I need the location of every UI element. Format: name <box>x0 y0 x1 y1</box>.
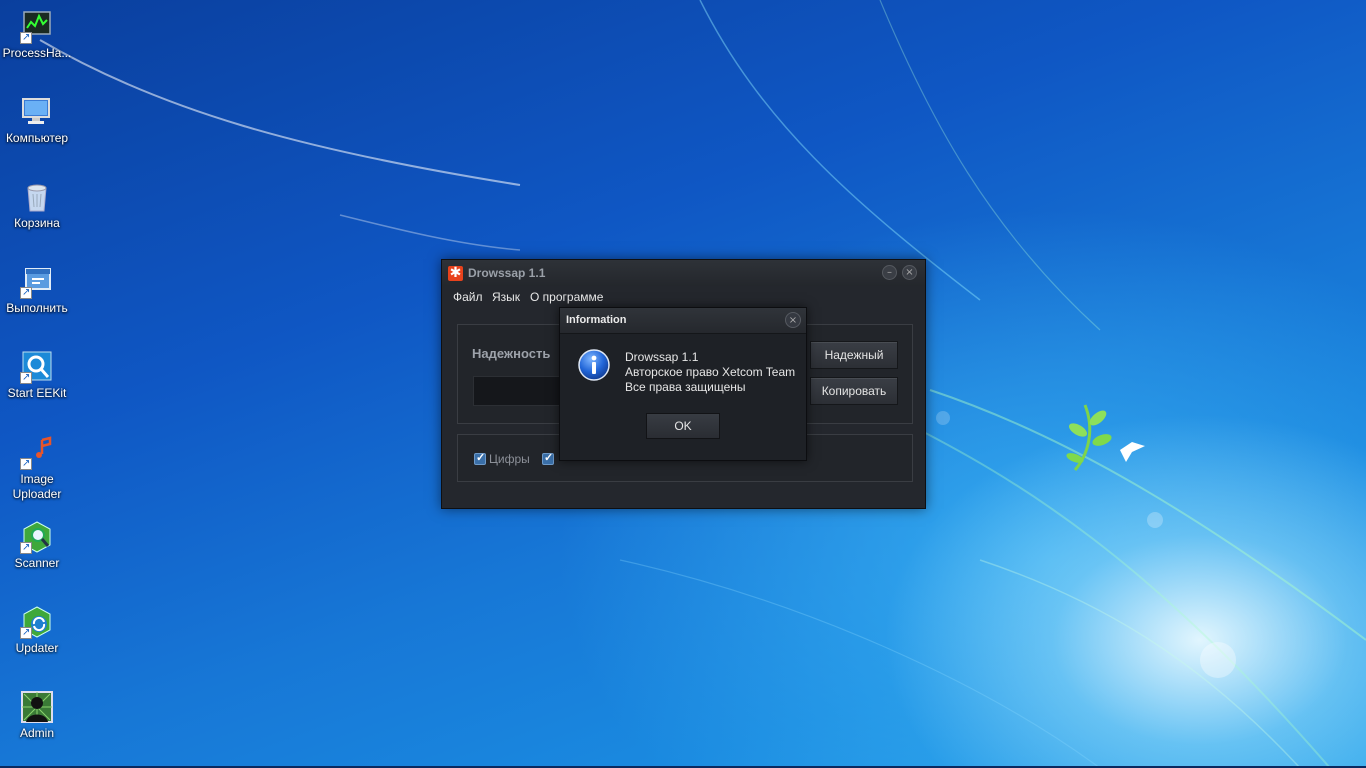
dialog-titlebar[interactable]: Information × <box>560 308 806 334</box>
desktop-icon-computer[interactable]: Компьютер <box>0 95 74 146</box>
checkbox-checked-icon <box>542 451 554 465</box>
letters-checkbox[interactable] <box>542 451 557 466</box>
window-titlebar[interactable]: ✱ Drowssap 1.1 – × <box>442 260 925 286</box>
close-button[interactable]: × <box>902 265 917 280</box>
drowssap-logo-icon: ✱ <box>448 265 463 281</box>
desktop-icon-processhacker[interactable]: ProcessHa... <box>0 10 74 61</box>
desktop-icon-label: Корзина <box>14 216 60 230</box>
dialog-close-button[interactable]: × <box>785 312 801 328</box>
updater-icon <box>20 605 54 640</box>
desktop-icon-image-uploader[interactable]: Image Uploader <box>0 436 74 502</box>
menu-about[interactable]: О программе <box>530 290 603 304</box>
dialog-line-copyright: Авторское право Xetcom Team <box>625 365 796 379</box>
computer-icon <box>20 95 54 129</box>
dialog-line-version: Drowssap 1.1 <box>625 350 699 364</box>
digits-checkbox[interactable]: Цифры <box>474 451 530 466</box>
desktop-icon-label: Start EEKit <box>7 386 67 400</box>
scanner-icon <box>20 520 54 555</box>
admin-user-icon <box>20 690 54 724</box>
info-icon <box>578 349 610 381</box>
desktop-icon-label: Updater <box>15 641 59 655</box>
desktop-icon-updater[interactable]: Updater <box>0 605 74 656</box>
desktop-icon-label-line1: Image <box>20 472 54 486</box>
desktop-icon-recycle-bin[interactable]: Корзина <box>0 180 74 231</box>
checkbox-checked-icon <box>474 451 486 465</box>
recycle-bin-icon <box>20 180 54 214</box>
menu-language[interactable]: Язык <box>492 290 520 304</box>
menu-file[interactable]: Файл <box>453 290 483 304</box>
desktop: ProcessHa... Компьютер Корзина Выполнить… <box>0 0 1366 768</box>
dialog-title: Information <box>566 314 627 326</box>
desktop-icon-label-line2: Uploader <box>12 487 62 501</box>
desktop-icon-label: Admin <box>19 726 54 740</box>
desktop-icon-start-eekit[interactable]: Start EEKit <box>0 350 74 401</box>
strength-label: Надежность <box>472 346 551 361</box>
window-title: Drowssap 1.1 <box>468 266 546 280</box>
checkbox-label: Цифры <box>489 452 530 466</box>
desktop-icon-admin[interactable]: Admin <box>0 690 74 741</box>
image-uploader-icon <box>20 436 54 471</box>
information-dialog: Information × Drowssap 1.1 Авторское пра… <box>559 307 807 461</box>
ok-button[interactable]: OK <box>646 413 720 439</box>
strong-button[interactable]: Надежный <box>810 341 898 369</box>
copy-button[interactable]: Копировать <box>810 377 898 405</box>
minimize-button[interactable]: – <box>882 265 897 280</box>
run-icon <box>20 265 54 300</box>
desktop-icon-scanner[interactable]: Scanner <box>0 520 74 571</box>
process-hacker-icon <box>20 10 54 45</box>
desktop-icon-label: Выполнить <box>6 301 68 315</box>
desktop-icon-label: Компьютер <box>5 131 69 145</box>
desktop-icon-run[interactable]: Выполнить <box>0 265 74 316</box>
desktop-icon-label: Scanner <box>14 556 60 570</box>
menu-bar: Файл Язык О программе <box>442 288 925 306</box>
dialog-line-rights: Все права защищены <box>625 380 746 394</box>
eekit-icon <box>20 350 54 385</box>
desktop-icon-label: ProcessHa... <box>2 46 72 60</box>
